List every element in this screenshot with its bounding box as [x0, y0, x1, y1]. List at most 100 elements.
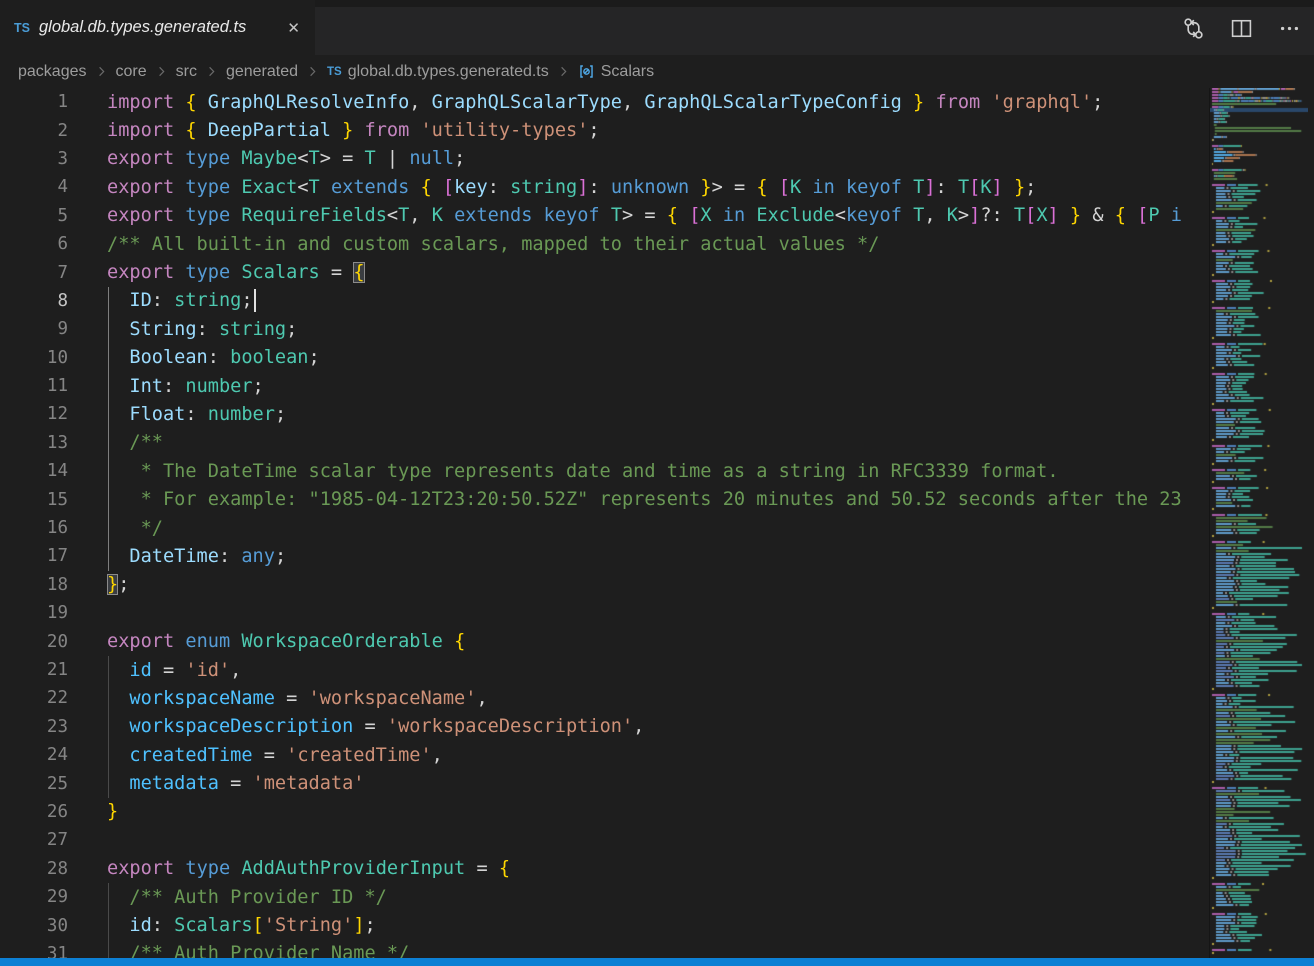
code-token: from	[924, 92, 991, 113]
line-number[interactable]: 14	[0, 461, 107, 481]
line-number[interactable]: 21	[0, 660, 107, 680]
minimap-canvas[interactable]	[1210, 88, 1308, 958]
breadcrumb-item-global-db-types-generated-ts[interactable]: TSglobal.db.types.generated.ts	[327, 63, 549, 81]
breadcrumb-item-packages[interactable]: packages	[18, 63, 87, 81]
code-token: number	[185, 376, 252, 397]
code-line-7[interactable]: 7export type Scalars = {	[0, 258, 1209, 286]
line-number[interactable]: 15	[0, 490, 107, 510]
line-number[interactable]: 10	[0, 348, 107, 368]
code-token: :	[936, 177, 958, 198]
line-number[interactable]: 17	[0, 546, 107, 566]
code-line-20[interactable]: 20export enum WorkspaceOrderable {	[0, 627, 1209, 655]
code-line-2[interactable]: 2import { DeepPartial } from 'utility-ty…	[0, 116, 1209, 144]
code-line-12[interactable]: 12 Float: number;	[0, 400, 1209, 428]
line-number[interactable]: 4	[0, 177, 107, 197]
code-line-9[interactable]: 9 String: string;	[0, 315, 1209, 343]
code-token: [	[969, 177, 980, 198]
line-number[interactable]: 20	[0, 632, 107, 652]
code-token: Int	[107, 376, 163, 397]
line-number[interactable]: 26	[0, 802, 107, 822]
close-tab-icon[interactable]: ✕	[284, 17, 303, 39]
code-token: import	[107, 120, 185, 141]
line-number[interactable]: 11	[0, 376, 107, 396]
line-number[interactable]: 27	[0, 830, 107, 850]
code-line-5[interactable]: 5export type RequireFields<T, K extends …	[0, 202, 1209, 230]
open-changes-button[interactable]	[1176, 14, 1210, 48]
code-token: export	[107, 148, 185, 169]
code-token: =	[465, 858, 499, 879]
code-text: /** Auth Provider Name */	[107, 943, 1209, 958]
minimap[interactable]	[1209, 88, 1314, 958]
code-text: */	[107, 518, 1209, 539]
breadcrumb-item-scalars[interactable]: Scalars	[578, 63, 654, 81]
code-token: any	[241, 546, 275, 567]
tab-global-db-types-generated-ts[interactable]: TS global.db.types.generated.ts ✕	[0, 0, 315, 55]
code-line-14[interactable]: 14 * The DateTime scalar type represents…	[0, 457, 1209, 485]
code-line-23[interactable]: 23 workspaceDescription = 'workspaceDesc…	[0, 713, 1209, 741]
line-number[interactable]: 18	[0, 575, 107, 595]
line-number[interactable]: 19	[0, 603, 107, 623]
code-line-28[interactable]: 28export type AddAuthProviderInput = {	[0, 855, 1209, 883]
code-token: 'String'	[264, 915, 354, 936]
code-line-31[interactable]: 31 /** Auth Provider Name */	[0, 940, 1209, 958]
code-line-17[interactable]: 17 DateTime: any;	[0, 542, 1209, 570]
code-line-22[interactable]: 22 workspaceName = 'workspaceName',	[0, 684, 1209, 712]
line-number[interactable]: 1	[0, 92, 107, 112]
code-line-16[interactable]: 16 */	[0, 514, 1209, 542]
code-token: metadata	[107, 773, 219, 794]
line-number[interactable]: 5	[0, 206, 107, 226]
breadcrumb-item-core[interactable]: core	[116, 63, 147, 81]
code-line-30[interactable]: 30 id: Scalars['String'];	[0, 911, 1209, 939]
more-actions-button[interactable]	[1272, 14, 1306, 48]
code-token: string	[510, 177, 577, 198]
line-number[interactable]: 25	[0, 774, 107, 794]
breadcrumb-item-generated[interactable]: generated	[226, 63, 298, 81]
code-line-25[interactable]: 25 metadata = 'metadata'	[0, 769, 1209, 797]
code-line-27[interactable]: 27	[0, 826, 1209, 854]
split-editor-button[interactable]	[1224, 14, 1258, 48]
code-line-11[interactable]: 11 Int: number;	[0, 372, 1209, 400]
code-line-29[interactable]: 29 /** Auth Provider ID */	[0, 883, 1209, 911]
line-number[interactable]: 12	[0, 404, 107, 424]
line-number[interactable]: 7	[0, 263, 107, 283]
line-number[interactable]: 13	[0, 433, 107, 453]
line-number[interactable]: 6	[0, 234, 107, 254]
code-line-18[interactable]: 18};	[0, 571, 1209, 599]
line-number[interactable]: 2	[0, 121, 107, 141]
line-number[interactable]: 31	[0, 944, 107, 958]
line-number[interactable]: 16	[0, 518, 107, 538]
line-number[interactable]: 28	[0, 859, 107, 879]
line-number[interactable]: 24	[0, 745, 107, 765]
code-line-4[interactable]: 4export type Exact<T extends { [key: str…	[0, 173, 1209, 201]
code-line-3[interactable]: 3export type Maybe<T> = T | null;	[0, 145, 1209, 173]
line-number[interactable]: 8	[0, 291, 107, 311]
line-number[interactable]: 29	[0, 887, 107, 907]
line-number[interactable]: 3	[0, 149, 107, 169]
code-line-13[interactable]: 13 /**	[0, 429, 1209, 457]
code-token: /** Auth Provider Name */	[107, 943, 409, 958]
code-token: ID	[107, 290, 152, 311]
code-line-10[interactable]: 10 Boolean: boolean;	[0, 344, 1209, 372]
line-number[interactable]: 30	[0, 916, 107, 936]
code-line-1[interactable]: 1import { GraphQLResolveInfo, GraphQLSca…	[0, 88, 1209, 116]
breadcrumb-item-src[interactable]: src	[176, 63, 197, 81]
code-token: boolean	[230, 347, 308, 368]
code-line-8[interactable]: 8 ID: string;	[0, 287, 1209, 315]
code-token: :	[488, 177, 510, 198]
code-text: * For example: "1985-04-12T23:20:50.52Z"…	[107, 489, 1209, 510]
code-line-24[interactable]: 24 createdTime = 'createdTime',	[0, 741, 1209, 769]
code-line-19[interactable]: 19	[0, 599, 1209, 627]
code-token: * The DateTime scalar type represents da…	[107, 461, 1059, 482]
code-editor[interactable]: 1import { GraphQLResolveInfo, GraphQLSca…	[0, 88, 1209, 958]
indent-guide	[108, 542, 109, 570]
line-number[interactable]: 22	[0, 688, 107, 708]
line-number[interactable]: 23	[0, 717, 107, 737]
code-token: :	[152, 290, 174, 311]
code-token: =	[320, 262, 354, 283]
code-token: :	[588, 177, 610, 198]
line-number[interactable]: 9	[0, 319, 107, 339]
code-line-6[interactable]: 6/** All built-in and custom scalars, ma…	[0, 230, 1209, 258]
code-line-26[interactable]: 26}	[0, 798, 1209, 826]
code-line-21[interactable]: 21 id = 'id',	[0, 656, 1209, 684]
code-line-15[interactable]: 15 * For example: "1985-04-12T23:20:50.5…	[0, 485, 1209, 513]
